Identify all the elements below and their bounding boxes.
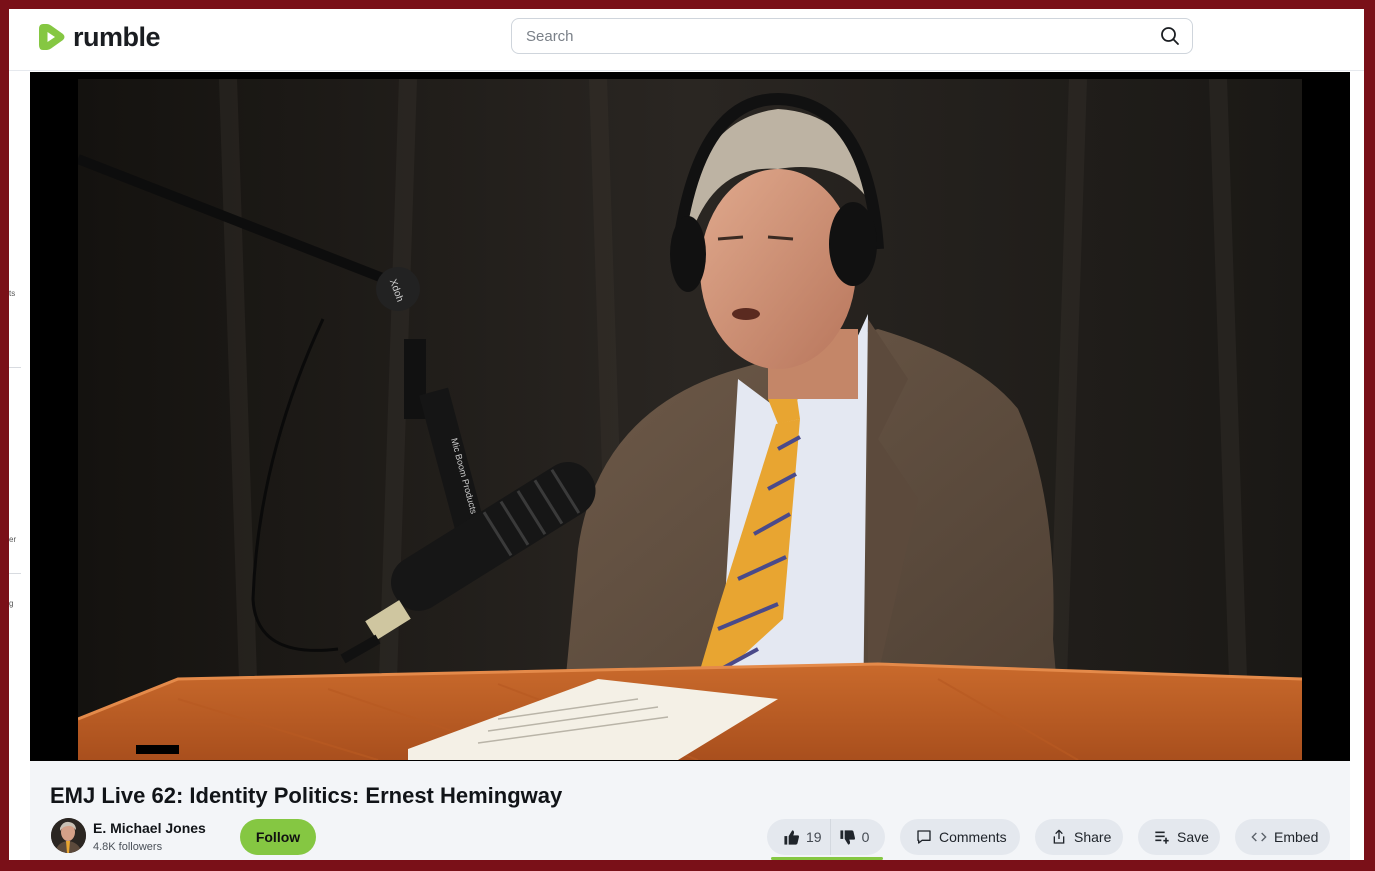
search-bar	[511, 18, 1193, 54]
share-button[interactable]: Share	[1035, 819, 1123, 855]
rating-pill: 19 0	[767, 819, 885, 855]
video-player[interactable]: Xdoh Mic Boom Products	[30, 72, 1350, 761]
save-label: Save	[1177, 829, 1209, 845]
save-button[interactable]: Save	[1138, 819, 1220, 855]
comment-icon	[917, 830, 931, 844]
player-progress-indicator[interactable]	[136, 745, 179, 754]
comments-button[interactable]: Comments	[900, 819, 1020, 855]
sidebar-partial: ts er g	[9, 71, 30, 860]
search-button[interactable]	[1160, 26, 1180, 46]
channel-avatar[interactable]	[51, 818, 86, 853]
follower-count: 4.8K followers	[93, 841, 163, 853]
search-icon	[1161, 27, 1179, 45]
video-frame[interactable]: Xdoh Mic Boom Products	[78, 79, 1302, 760]
video-title: EMJ Live 62: Identity Politics: Ernest H…	[50, 783, 563, 808]
channel-name[interactable]: E. Michael Jones	[93, 820, 206, 836]
logo-wordmark: rumble	[73, 21, 161, 52]
sidebar-label-fragment[interactable]: g	[9, 599, 13, 608]
top-header: rumble	[9, 9, 1364, 71]
dislike-count: 0	[861, 829, 870, 845]
like-button[interactable]: 19	[767, 829, 822, 846]
sidebar-divider	[9, 367, 21, 368]
search-input[interactable]	[512, 19, 1142, 53]
page: rumble ts er g	[9, 9, 1364, 860]
like-count: 19	[806, 829, 822, 845]
avatar-image	[51, 818, 86, 853]
vote-divider	[829, 819, 831, 855]
video-info: EMJ Live 62: Identity Politics: Ernest H…	[30, 761, 1350, 860]
thumbs-up-icon	[784, 829, 800, 845]
comments-label: Comments	[939, 829, 1007, 845]
play-logo-icon	[39, 24, 65, 50]
dislike-button[interactable]: 0	[839, 829, 870, 846]
video-still-image: Xdoh Mic Boom Products	[78, 79, 1302, 760]
share-label: Share	[1074, 829, 1112, 845]
sidebar-divider	[9, 573, 21, 574]
embed-label: Embed	[1274, 829, 1319, 845]
thumbs-down-icon	[839, 829, 855, 845]
sidebar-label-fragment[interactable]: ts	[9, 289, 15, 298]
embed-code-icon	[1251, 832, 1267, 842]
rumble-logo[interactable]: rumble	[35, 19, 161, 55]
share-icon	[1053, 829, 1065, 844]
save-playlist-icon	[1155, 831, 1169, 844]
embed-button[interactable]: Embed	[1235, 819, 1330, 855]
sidebar-label-fragment[interactable]: er	[9, 535, 16, 544]
rating-bar	[771, 857, 883, 860]
follow-button[interactable]: Follow	[240, 819, 316, 855]
